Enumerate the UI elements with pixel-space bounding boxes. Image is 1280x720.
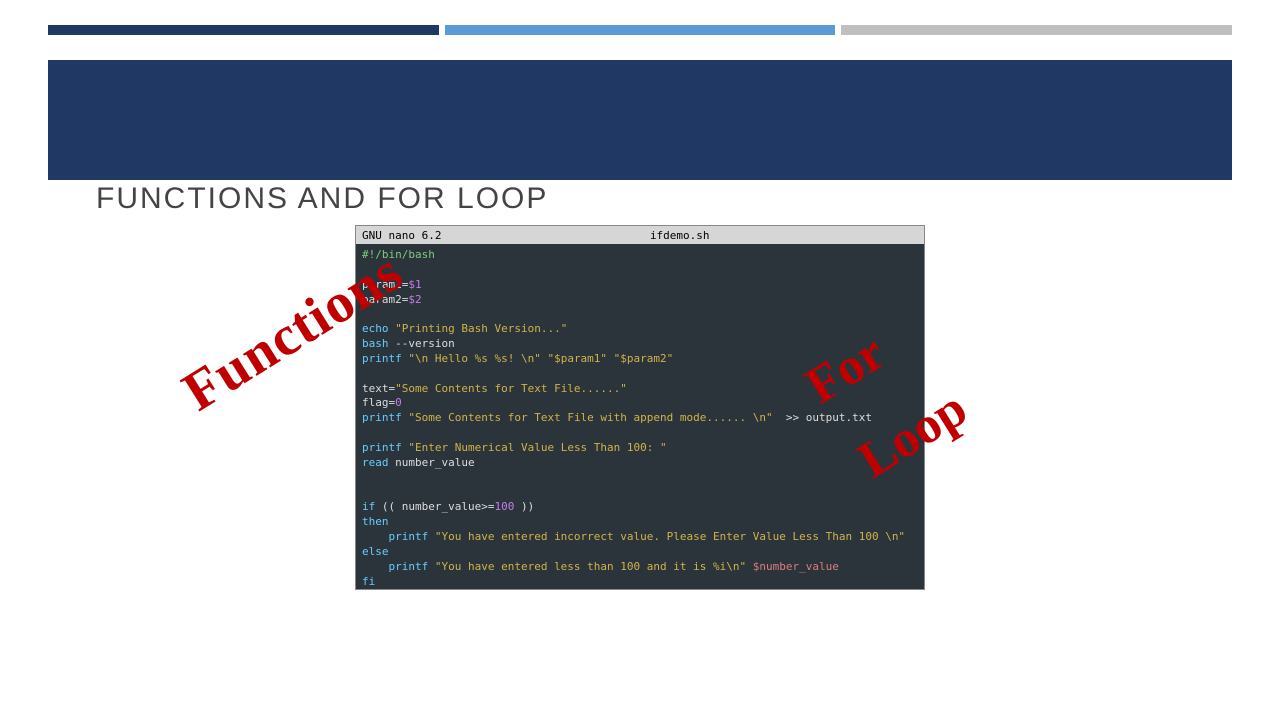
code-text-lhs: text (362, 382, 389, 395)
code-fi-kw: fi (362, 575, 375, 588)
code-read-kw: read (362, 456, 389, 469)
code-cond-op: >= (481, 500, 494, 513)
code-printf2-str: "Some Contents for Text File with append… (408, 411, 772, 424)
code-read-var: number_value (389, 456, 475, 469)
code-then-kw: then (362, 515, 389, 528)
code-if-kw: if (362, 500, 375, 513)
code-echo-kw: echo (362, 322, 389, 335)
code-shebang: #!/bin/bash (362, 248, 435, 261)
code-cond-open: (( (375, 500, 402, 513)
terminal-window: GNU nano 6.2 ifdemo.sh #!/bin/bash param… (355, 225, 925, 590)
code-param1-rhs: $1 (408, 278, 421, 291)
code-bash-arg: --version (395, 337, 455, 350)
code-printf1-kw: printf (362, 352, 402, 365)
code-flag-lhs: flag (362, 396, 389, 409)
code-printf5-kw: printf (362, 560, 428, 573)
code-printf5-str: "You have entered less than 100 and it i… (428, 560, 746, 573)
accent-bar-dark (48, 25, 439, 35)
code-printf3-str: "Enter Numerical Value Less Than 100: " (408, 441, 666, 454)
code-cond-close: )) (514, 500, 534, 513)
code-printf1-str: "\n Hello %s %s! \n" "$param1" "$param2" (408, 352, 673, 365)
title-band: FUNCTIONS AND FOR LOOP (48, 60, 1232, 180)
terminal-filename: ifdemo.sh (441, 229, 918, 242)
code-outfile: output.txt (806, 411, 872, 424)
code-param2-lhs: param2 (362, 293, 402, 306)
code-cond-var: number_value (402, 500, 481, 513)
accent-bar-gray (841, 25, 1232, 35)
code-printf4-kw: printf (362, 530, 428, 543)
code-text-rhs: "Some Contents for Text File......" (395, 382, 627, 395)
code-bash-kw: bash (362, 337, 389, 350)
code-else-kw: else (362, 545, 389, 558)
code-printf4-str: "You have entered incorrect value. Pleas… (428, 530, 905, 543)
code-printf2-kw: printf (362, 411, 402, 424)
code-flag-rhs: 0 (395, 396, 402, 409)
code-printf5-var: $number_value (746, 560, 839, 573)
code-param2-rhs: $2 (408, 293, 421, 306)
slide: FUNCTIONS AND FOR LOOP GNU nano 6.2 ifde… (0, 0, 1280, 720)
terminal-titlebar: GNU nano 6.2 ifdemo.sh (356, 226, 924, 244)
code-redir: >> (773, 411, 806, 424)
terminal-app-name: GNU nano 6.2 (362, 229, 441, 242)
slide-title: FUNCTIONS AND FOR LOOP (96, 182, 548, 216)
code-block: #!/bin/bash param1=$1 param2=$2 echo "Pr… (356, 244, 924, 595)
code-cond-num: 100 (494, 500, 514, 513)
accent-bar-row (48, 25, 1232, 35)
code-printf3-kw: printf (362, 441, 402, 454)
code-echo-str: "Printing Bash Version..." (395, 322, 567, 335)
accent-bar-blue (445, 25, 836, 35)
code-param1-lhs: param1 (362, 278, 402, 291)
